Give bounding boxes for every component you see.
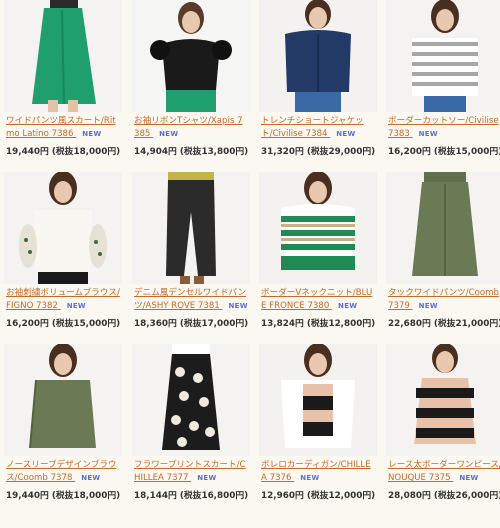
product-name-link[interactable]: トレンチショートジャケット/Civilise 7384 NEW bbox=[261, 115, 375, 141]
product-code[interactable]: 7375 bbox=[429, 473, 451, 483]
new-badge: NEW bbox=[159, 130, 179, 138]
product-name-link[interactable]: お袖リボンTシャツ/Xapis 7385 NEW bbox=[134, 115, 248, 141]
product-code[interactable]: 7383 bbox=[388, 129, 410, 139]
price-value: 14,904円 bbox=[134, 147, 177, 157]
product-name-link[interactable]: ワイドパンツ風スカート/Ritmo Latino 7386 NEW bbox=[6, 115, 120, 141]
price-value: 18,360円 bbox=[134, 319, 177, 329]
new-badge: NEW bbox=[300, 474, 320, 482]
product-image[interactable] bbox=[4, 0, 122, 112]
product-price: 22,680円 (税抜21,000円) bbox=[388, 316, 500, 329]
product-code[interactable]: 7378 bbox=[51, 473, 73, 483]
new-badge: NEW bbox=[418, 302, 438, 310]
new-badge: NEW bbox=[228, 302, 248, 310]
product-image[interactable] bbox=[259, 0, 377, 112]
product-image[interactable] bbox=[132, 0, 250, 112]
product-grid: ワイドパンツ風スカート/Ritmo Latino 7386 NEW 19,440… bbox=[0, 0, 500, 528]
product-image[interactable] bbox=[386, 0, 500, 112]
product-price: 14,904円 (税抜13,800円) bbox=[134, 144, 252, 157]
price-tax-note: (税抜18,000円) bbox=[51, 491, 121, 501]
product-image[interactable] bbox=[4, 172, 122, 284]
price-value: 18,144円 bbox=[134, 491, 177, 501]
product-code[interactable]: 7376 bbox=[270, 473, 292, 483]
product-name[interactable]: フラワープリントスカート/CHILLEA bbox=[134, 460, 246, 483]
price-tax-note: (税抜18,000円) bbox=[51, 147, 121, 157]
product-price: 16,200円 (税抜15,000円) bbox=[6, 316, 124, 329]
price-tax-note: (税抜15,000円) bbox=[433, 147, 500, 157]
product-name[interactable]: ボーダーカットソー/Civilise bbox=[388, 116, 499, 126]
product-price: 18,360円 (税抜17,000円) bbox=[134, 316, 252, 329]
product-price: 19,440円 (税抜18,000円) bbox=[6, 144, 124, 157]
product-price: 28,080円 (税抜26,000円) bbox=[388, 488, 500, 501]
product-code[interactable]: 7379 bbox=[388, 301, 410, 311]
product-name[interactable]: お袖リボンTシャツ/Xapis bbox=[134, 116, 234, 126]
price-value: 19,440円 bbox=[6, 491, 49, 501]
product-image[interactable] bbox=[386, 172, 500, 284]
new-badge: NEW bbox=[82, 130, 102, 138]
price-tax-note: (税抜17,000円) bbox=[179, 319, 249, 329]
product-name[interactable]: タックワイドパンツ/Coomb bbox=[388, 288, 499, 298]
new-badge: NEW bbox=[81, 474, 101, 482]
product-image[interactable] bbox=[4, 344, 122, 456]
price-value: 16,200円 bbox=[6, 319, 49, 329]
price-value: 19,440円 bbox=[6, 147, 49, 157]
product-price: 12,960円 (税抜12,000円) bbox=[261, 488, 379, 501]
product-name-link[interactable]: ボーダーVネックニット/BLUE FRONCE 7380 NEW bbox=[261, 287, 375, 313]
product-image[interactable] bbox=[132, 344, 250, 456]
product-price: 18,144円 (税抜16,800円) bbox=[134, 488, 252, 501]
price-value: 28,080円 bbox=[388, 491, 431, 501]
new-badge: NEW bbox=[66, 302, 86, 310]
product-row: ワイドパンツ風スカート/Ritmo Latino 7386 NEW 19,440… bbox=[0, 0, 500, 172]
new-badge: NEW bbox=[336, 130, 356, 138]
product-price: 13,824円 (税抜12,800円) bbox=[261, 316, 379, 329]
price-tax-note: (税抜29,000円) bbox=[306, 147, 376, 157]
product-price: 31,320円 (税抜29,000円) bbox=[261, 144, 379, 157]
price-tax-note: (税抜13,800円) bbox=[179, 147, 249, 157]
product-name-link[interactable]: デニム風デンセルワイドパンツ/ASHY ROVE 7381 NEW bbox=[134, 287, 248, 313]
product-image[interactable] bbox=[259, 344, 377, 456]
price-value: 16,200円 bbox=[388, 147, 431, 157]
new-badge: NEW bbox=[197, 474, 217, 482]
product-image[interactable] bbox=[132, 172, 250, 284]
product-name[interactable]: お袖刺繍ボリュームブラウス/FIGNO bbox=[6, 288, 120, 311]
product-row: お袖刺繍ボリュームブラウス/FIGNO 7382 NEW 16,200円 (税抜… bbox=[0, 172, 500, 344]
price-tax-note: (税抜12,000円) bbox=[306, 491, 376, 501]
product-code[interactable]: 7386 bbox=[52, 129, 74, 139]
new-badge: NEW bbox=[459, 474, 479, 482]
product-price: 16,200円 (税抜15,000円) bbox=[388, 144, 500, 157]
product-image[interactable] bbox=[386, 344, 500, 456]
product-name-link[interactable]: ボーダーカットソー/Civilise 7383 NEW bbox=[388, 115, 500, 141]
product-code[interactable]: 7380 bbox=[307, 301, 329, 311]
product-name-link[interactable]: レース太ボーダーワンピース/NOUQUE 7375 NEW bbox=[388, 459, 500, 485]
product-name-link[interactable]: ボレロカーディガン/CHILLEA 7376 NEW bbox=[261, 459, 375, 485]
new-badge: NEW bbox=[418, 130, 438, 138]
price-value: 31,320円 bbox=[261, 147, 304, 157]
product-code[interactable]: 7381 bbox=[198, 301, 220, 311]
product-price: 19,440円 (税抜18,000円) bbox=[6, 488, 124, 501]
product-code[interactable]: 7377 bbox=[167, 473, 189, 483]
price-value: 22,680円 bbox=[388, 319, 431, 329]
price-tax-note: (税抜21,000円) bbox=[433, 319, 500, 329]
price-tax-note: (税抜15,000円) bbox=[51, 319, 121, 329]
product-name-link[interactable]: フラワープリントスカート/CHILLEA 7377 NEW bbox=[134, 459, 248, 485]
product-code[interactable]: 7384 bbox=[306, 129, 328, 139]
product-name-link[interactable]: ノースリーブデザインブラウス/Coomb 7378 NEW bbox=[6, 459, 120, 485]
price-value: 13,824円 bbox=[261, 319, 304, 329]
price-tax-note: (税抜26,000円) bbox=[433, 491, 500, 501]
product-row: ノースリーブデザインブラウス/Coomb 7378 NEW 19,440円 (税… bbox=[0, 344, 500, 528]
product-image[interactable] bbox=[259, 172, 377, 284]
product-code[interactable]: 7382 bbox=[36, 301, 58, 311]
product-name-link[interactable]: お袖刺繍ボリュームブラウス/FIGNO 7382 NEW bbox=[6, 287, 120, 313]
price-value: 12,960円 bbox=[261, 491, 304, 501]
price-tax-note: (税抜16,800円) bbox=[179, 491, 249, 501]
price-tax-note: (税抜12,800円) bbox=[306, 319, 376, 329]
new-badge: NEW bbox=[338, 302, 358, 310]
product-name-link[interactable]: タックワイドパンツ/Coomb 7379 NEW bbox=[388, 287, 500, 313]
